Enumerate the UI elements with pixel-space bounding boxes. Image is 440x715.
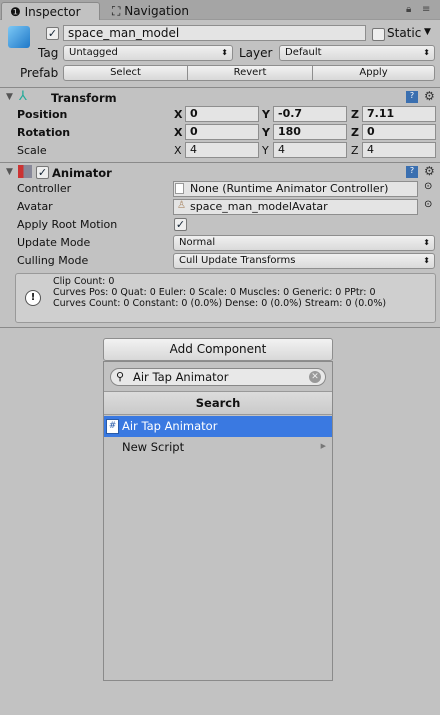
position-x-input[interactable]: 0 [185, 106, 259, 122]
active-checkbox[interactable]: ✓ [46, 27, 59, 40]
transform-title: Transform [51, 91, 117, 105]
static-label: Static [387, 26, 422, 40]
axis-x-label[interactable]: X [174, 108, 182, 121]
dropdown-arrow-icon: ⬍ [423, 238, 430, 247]
layer-dropdown[interactable]: Default ⬍ [279, 45, 435, 61]
help-icon[interactable]: ? [406, 91, 418, 103]
search-section-header: Search [104, 391, 332, 415]
lock-icon[interactable]: 🔒︎ [406, 4, 411, 15]
avatar-icon: ♙ [177, 200, 186, 211]
apply-root-motion-label: Apply Root Motion [17, 218, 118, 231]
axis-x-label[interactable]: X [174, 126, 182, 139]
position-z-input[interactable]: 7.11 [362, 106, 436, 122]
tab-navigation[interactable]: ⛶ Navigation [104, 2, 197, 20]
axis-y-label[interactable]: Y [262, 144, 269, 157]
axis-y-label[interactable]: Y [262, 108, 270, 121]
tag-label: Tag [38, 46, 59, 60]
info-icon: ! [25, 290, 41, 306]
scale-z-input[interactable]: 4 [362, 142, 436, 158]
apply-root-motion-checkbox[interactable]: ✓ [174, 218, 187, 231]
search-icon: ⚲ [116, 370, 125, 383]
prefab-select-button[interactable]: Select [63, 65, 188, 81]
info-line: Clip Count: 0 [53, 276, 115, 287]
submenu-arrow-icon: ▶ [320, 442, 326, 450]
rotation-z-input[interactable]: 0 [362, 124, 436, 140]
culling-mode-dropdown[interactable]: Cull Update Transforms ⬍ [173, 253, 435, 269]
avatar-label: Avatar [17, 200, 53, 213]
dropdown-arrow-icon: ⬍ [221, 48, 228, 57]
gameobject-cube-icon[interactable] [8, 26, 30, 48]
controller-field[interactable]: None (Runtime Animator Controller) [173, 181, 418, 197]
axis-z-label[interactable]: Z [351, 108, 359, 121]
menu-icon[interactable]: ≡ [422, 4, 430, 15]
dropdown-arrow-icon: ⬍ [423, 48, 430, 57]
avatar-field[interactable]: space_man_modelAvatar [173, 199, 418, 215]
transform-scale-label: Scale [17, 144, 47, 157]
help-icon[interactable]: ? [406, 166, 418, 178]
gear-icon[interactable]: ⚙ [424, 164, 435, 178]
foldout-arrow-icon[interactable]: ▼ [6, 167, 13, 177]
animator-enabled-checkbox[interactable]: ✓ [36, 166, 49, 179]
add-component-button[interactable]: Add Component [103, 338, 333, 361]
prefab-revert-button[interactable]: Revert [187, 65, 313, 81]
animator-title: Animator [52, 166, 112, 180]
static-checkbox[interactable] [372, 28, 385, 41]
axis-x-label[interactable]: X [174, 144, 182, 157]
update-mode-label: Update Mode [17, 236, 91, 249]
scale-x-input[interactable]: 4 [185, 142, 259, 158]
foldout-arrow-icon[interactable]: ▼ [6, 92, 13, 102]
object-name-input[interactable]: space_man_model [63, 25, 366, 41]
divider [0, 327, 440, 328]
scale-y-input[interactable]: 4 [273, 142, 347, 158]
axis-z-label[interactable]: Z [351, 126, 359, 139]
navigation-icon: ⛶ [112, 4, 125, 18]
info-icon: ❶ [10, 5, 25, 19]
divider [0, 87, 440, 88]
tag-dropdown[interactable]: Untagged ⬍ [63, 45, 233, 61]
culling-mode-label: Culling Mode [17, 254, 89, 267]
info-line: Curves Pos: 0 Quat: 0 Euler: 0 Scale: 0 … [53, 287, 376, 298]
info-line: Curves Count: 0 Constant: 0 (0.0%) Dense… [53, 298, 387, 309]
info-box: ! Clip Count: 0 Curves Pos: 0 Quat: 0 Eu… [15, 273, 436, 323]
result-item-new-script[interactable]: New Script ▶ [104, 437, 332, 458]
divider [0, 162, 440, 163]
result-item-air-tap-animator[interactable]: # Air Tap Animator [104, 416, 332, 437]
transform-icon: ⅄ [19, 89, 27, 104]
gear-icon[interactable]: ⚙ [424, 89, 435, 103]
transform-rotation-label: Rotation [17, 126, 71, 139]
controller-label: Controller [17, 182, 72, 195]
prefab-label: Prefab [20, 66, 59, 80]
object-picker-icon[interactable]: ⊙ [424, 181, 432, 192]
axis-z-label[interactable]: Z [351, 144, 359, 157]
rotation-y-input[interactable]: 180 [273, 124, 347, 140]
dropdown-arrow-icon: ⬍ [423, 256, 430, 265]
position-y-input[interactable]: -0.7 [273, 106, 347, 122]
layer-label: Layer [239, 46, 273, 60]
update-mode-dropdown[interactable]: Normal ⬍ [173, 235, 435, 251]
asset-icon [175, 183, 184, 194]
clear-search-icon[interactable]: ✕ [309, 371, 321, 383]
rotation-x-input[interactable]: 0 [185, 124, 259, 140]
csharp-script-icon: # [106, 419, 119, 434]
tab-inspector[interactable]: ❶ Inspector [1, 2, 100, 20]
axis-y-label[interactable]: Y [262, 126, 270, 139]
component-search-input[interactable]: ⚲ Air Tap Animator ✕ [110, 368, 326, 386]
animator-icon [18, 165, 32, 178]
object-picker-icon[interactable]: ⊙ [424, 199, 432, 210]
prefab-apply-button[interactable]: Apply [312, 65, 435, 81]
transform-position-label: Position [17, 108, 68, 121]
static-dropdown-arrow-icon[interactable]: ▼ [424, 27, 431, 37]
